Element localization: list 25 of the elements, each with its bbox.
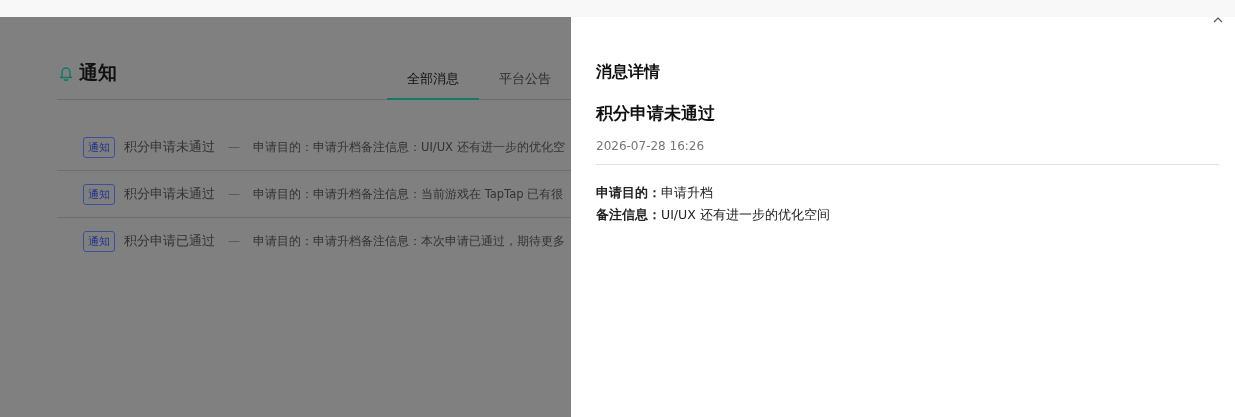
notice-tag: 通知 — [83, 136, 115, 158]
notification-summary: 申请目的：申请升档备注信息：UI/UX 还有进一步的优化空 — [253, 139, 565, 155]
bell-icon — [59, 65, 73, 81]
dash-separator: — — [228, 234, 240, 248]
detail-field: 申请目的：申请升档 — [596, 182, 1219, 204]
dash-separator: — — [228, 187, 240, 201]
notification-summary: 申请目的：申请升档备注信息：当前游戏在 TapTap 已有很 — [253, 186, 564, 202]
page-title: 通知 — [79, 60, 117, 85]
tab[interactable]: 平台公告 — [479, 70, 571, 100]
notification-summary: 申请目的：申请升档备注信息：本次申请已通过，期待更多 — [253, 233, 565, 249]
notification-title: 积分申请未通过 — [124, 185, 215, 203]
notification-title: 积分申请未通过 — [124, 138, 215, 156]
dash-separator: — — [228, 140, 240, 154]
drawer-heading: 消息详情 — [596, 62, 661, 83]
message-title: 积分申请未通过 — [596, 102, 716, 125]
notification-row[interactable]: 通知 积分申请未通过 — 申请目的：申请升档备注信息：当前游戏在 TapTap 已有很 — [57, 171, 571, 218]
notification-row[interactable]: 通知 积分申请未通过 — 申请目的：申请升档备注信息：UI/UX 还有进一步的优化空 — [57, 124, 571, 171]
detail-field: 备注信息：UI/UX 还有进一步的优化空间 — [596, 204, 1219, 226]
chevron-up-icon[interactable] — [1213, 17, 1223, 23]
message-time: 2026-07-28 16:26 — [596, 139, 1219, 165]
notification-title: 积分申请已通过 — [124, 232, 215, 250]
notice-tag: 通知 — [83, 183, 115, 205]
notice-tag: 通知 — [83, 230, 115, 252]
tab[interactable]: 全部消息 — [387, 70, 479, 100]
notification-row[interactable]: 通知 积分申请已通过 — 申请目的：申请升档备注信息：本次申请已通过，期待更多 — [57, 218, 571, 264]
